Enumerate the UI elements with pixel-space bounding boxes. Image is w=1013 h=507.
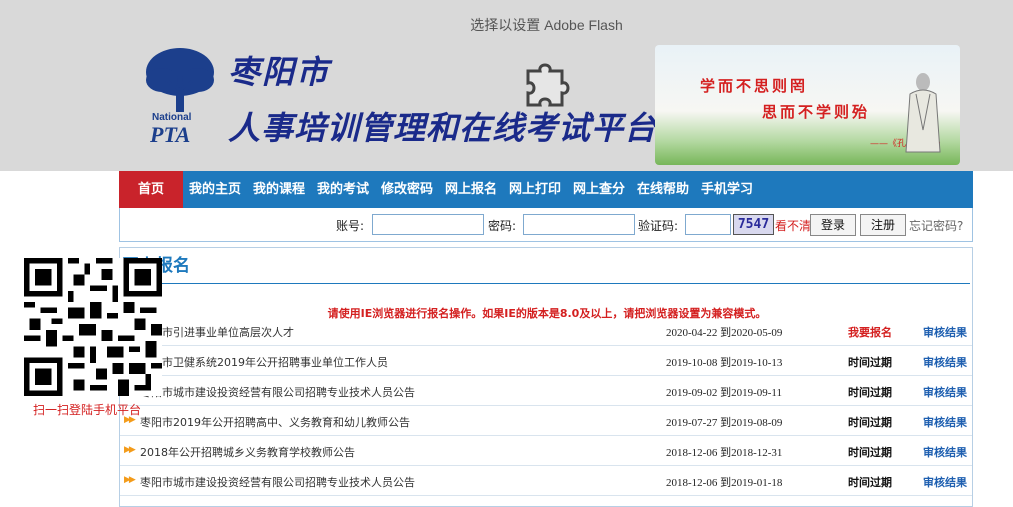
nav-item-online-print[interactable]: 网上打印 bbox=[503, 171, 567, 208]
list-item: ▶▶ 枣阳市城市建设投资经营有限公司招聘专业技术人员公告 2019-09-02 … bbox=[120, 376, 972, 406]
row-status: 时间过期 bbox=[848, 386, 892, 399]
qr-caption: 扫一扫登陆手机平台 bbox=[33, 403, 142, 417]
main-nav: 首页 我的主页 我的课程 我的考试 修改密码 网上报名 网上打印 网上查分 在线… bbox=[119, 171, 973, 208]
arrow-icon: ▶▶ bbox=[124, 445, 136, 455]
row-status: 时间过期 bbox=[848, 416, 892, 429]
brand-city: 枣阳市 bbox=[228, 53, 331, 91]
row-dates: 2020-04-22 到2020-05-09 bbox=[666, 327, 783, 339]
list-item: ▶▶ 枣阳市引进事业单位高层次人才 2020-04-22 到2020-05-09… bbox=[120, 316, 972, 346]
motto-line-2: 思而不学则殆 bbox=[762, 103, 871, 121]
review-result-link[interactable]: 审核结果 bbox=[923, 474, 967, 490]
row-dates: 2019-07-27 到2019-08-09 bbox=[666, 417, 783, 429]
registration-panel: 网上报名 请使用IE浏览器进行报名操作。如果IE的版本是8.0及以上，请把浏览器… bbox=[119, 247, 973, 507]
brand-title: 人事培训管理和在线考试平台 bbox=[228, 109, 658, 147]
list-item: ▶▶ 枣阳市卫健系统2019年公开招聘事业单位工作人员 2019-10-08 到… bbox=[120, 346, 972, 376]
row-dates: 2018-12-06 到2018-12-31 bbox=[666, 447, 783, 459]
captcha-image[interactable]: 7547 bbox=[733, 214, 774, 235]
row-title[interactable]: 枣阳市卫健系统2019年公开招聘事业单位工作人员 bbox=[140, 354, 388, 370]
review-result-link[interactable]: 审核结果 bbox=[923, 414, 967, 430]
captcha-input[interactable] bbox=[685, 214, 731, 235]
row-title[interactable]: 2018年公开招聘城乡义务教育学校教师公告 bbox=[140, 444, 355, 460]
nav-item-my-courses[interactable]: 我的课程 bbox=[247, 171, 311, 208]
qr-code-icon bbox=[24, 258, 162, 396]
captcha-label: 验证码: bbox=[638, 219, 679, 233]
row-title[interactable]: 枣阳市城市建设投资经营有限公司招聘专业技术人员公告 bbox=[140, 384, 415, 400]
account-input[interactable] bbox=[372, 214, 484, 235]
row-status: 时间过期 bbox=[848, 446, 892, 459]
nav-item-my-home[interactable]: 我的主页 bbox=[183, 171, 247, 208]
arrow-icon: ▶▶ bbox=[124, 475, 136, 485]
nav-item-online-help[interactable]: 在线帮助 bbox=[631, 171, 695, 208]
plugin-puzzle-icon[interactable] bbox=[520, 57, 572, 109]
nav-item-change-password[interactable]: 修改密码 bbox=[375, 171, 439, 208]
row-title[interactable]: 枣阳市引进事业单位高层次人才 bbox=[140, 324, 294, 340]
nav-item-mobile-learning[interactable]: 手机学习 bbox=[695, 171, 759, 208]
nav-item-score-query[interactable]: 网上查分 bbox=[567, 171, 631, 208]
nav-item-home[interactable]: 首页 bbox=[119, 171, 183, 208]
row-title[interactable]: 枣阳市2019年公开招聘高中、义务教育和幼儿教师公告 bbox=[140, 414, 410, 430]
flash-banner[interactable]: 选择以设置 Adobe Flash National PTA 枣阳市 人事培训管… bbox=[0, 0, 1013, 171]
list-item: ▶▶ 2018年公开招聘城乡义务教育学校教师公告 2018-12-06 到201… bbox=[120, 436, 972, 466]
login-bar: 账号: 密码: 验证码: 7547 看不清 登录 注册 忘记密码? bbox=[119, 208, 973, 242]
nav-item-my-exams[interactable]: 我的考试 bbox=[311, 171, 375, 208]
refresh-captcha-link[interactable]: 看不清 bbox=[775, 217, 811, 234]
review-result-link[interactable]: 审核结果 bbox=[923, 324, 967, 340]
list-item: ▶▶ 枣阳市2019年公开招聘高中、义务教育和幼儿教师公告 2019-07-27… bbox=[120, 406, 972, 436]
forgot-password-link[interactable]: 忘记密码? bbox=[909, 217, 963, 234]
review-result-link[interactable]: 审核结果 bbox=[923, 444, 967, 460]
login-button[interactable]: 登录 bbox=[810, 214, 856, 236]
confucius-figure-icon bbox=[905, 73, 941, 153]
row-status: 时间过期 bbox=[848, 356, 892, 369]
section-divider bbox=[122, 283, 970, 284]
password-label: 密码: bbox=[488, 219, 517, 233]
register-button[interactable]: 注册 bbox=[860, 214, 906, 236]
list-item: ▶▶ 枣阳市城市建设投资经营有限公司招聘专业技术人员公告 2018-12-06 … bbox=[120, 466, 972, 496]
review-result-link[interactable]: 审核结果 bbox=[923, 384, 967, 400]
row-dates: 2019-10-08 到2019-10-13 bbox=[666, 357, 783, 369]
row-dates: 2018-12-06 到2019-01-18 bbox=[666, 477, 783, 489]
register-now-link[interactable]: 我要报名 bbox=[848, 324, 892, 340]
account-label: 账号: bbox=[336, 219, 365, 233]
password-input[interactable] bbox=[523, 214, 635, 235]
logo-pta-text: PTA bbox=[150, 122, 191, 147]
motto-line-1: 学而不思则罔 bbox=[700, 77, 809, 95]
nav-item-online-registration[interactable]: 网上报名 bbox=[439, 171, 503, 208]
review-result-link[interactable]: 审核结果 bbox=[923, 354, 967, 370]
row-dates: 2019-09-02 到2019-09-11 bbox=[666, 387, 782, 399]
mobile-qr-code[interactable] bbox=[24, 258, 162, 396]
row-status: 时间过期 bbox=[848, 476, 892, 489]
flash-prompt[interactable]: 选择以设置 Adobe Flash bbox=[0, 15, 1013, 35]
row-title[interactable]: 枣阳市城市建设投资经营有限公司招聘专业技术人员公告 bbox=[140, 474, 415, 490]
